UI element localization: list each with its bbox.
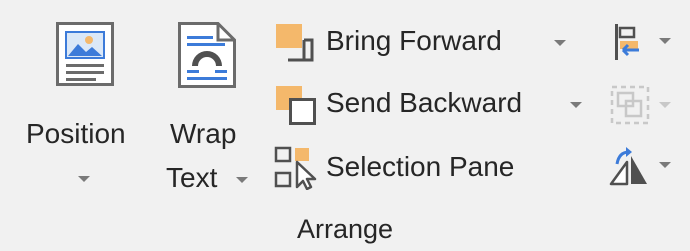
send-backward-icon	[274, 84, 318, 126]
position-label: Position	[26, 118, 126, 149]
arrange-group: Position Wrap Text Bring Forward Send Ba…	[0, 0, 690, 251]
chevron-down-icon	[659, 162, 671, 168]
chevron-down-icon	[659, 38, 671, 44]
wrap-text-icon	[178, 22, 236, 88]
group-label: Arrange	[296, 214, 394, 244]
chevron-down-icon	[78, 176, 90, 182]
group-button[interactable]	[605, 80, 677, 126]
align-button[interactable]	[605, 18, 677, 64]
rotate-button[interactable]	[605, 142, 677, 188]
position-button[interactable]: Position	[18, 12, 148, 202]
wrap-text-label-line2: Text	[166, 162, 218, 193]
wrap-text-label-line1: Wrap	[170, 118, 237, 149]
position-icon	[56, 22, 114, 86]
wrap-text-button[interactable]: Wrap Text	[160, 12, 260, 202]
selection-pane-icon	[274, 146, 320, 190]
send-backward-label: Send Backward	[326, 87, 523, 118]
bring-forward-button[interactable]: Bring Forward	[270, 18, 575, 68]
send-backward-button[interactable]: Send Backward	[270, 80, 590, 130]
selection-pane-label: Selection Pane	[326, 151, 515, 182]
chevron-down-icon	[554, 40, 566, 46]
chevron-down-icon	[570, 102, 582, 108]
align-objects-icon	[609, 22, 649, 62]
group-objects-icon	[609, 84, 651, 126]
bring-forward-label: Bring Forward	[326, 25, 502, 56]
chevron-down-icon	[236, 177, 248, 183]
bring-forward-icon	[274, 22, 318, 62]
rotate-objects-icon	[607, 146, 651, 188]
chevron-down-icon	[659, 102, 671, 108]
selection-pane-button[interactable]: Selection Pane	[270, 142, 560, 192]
